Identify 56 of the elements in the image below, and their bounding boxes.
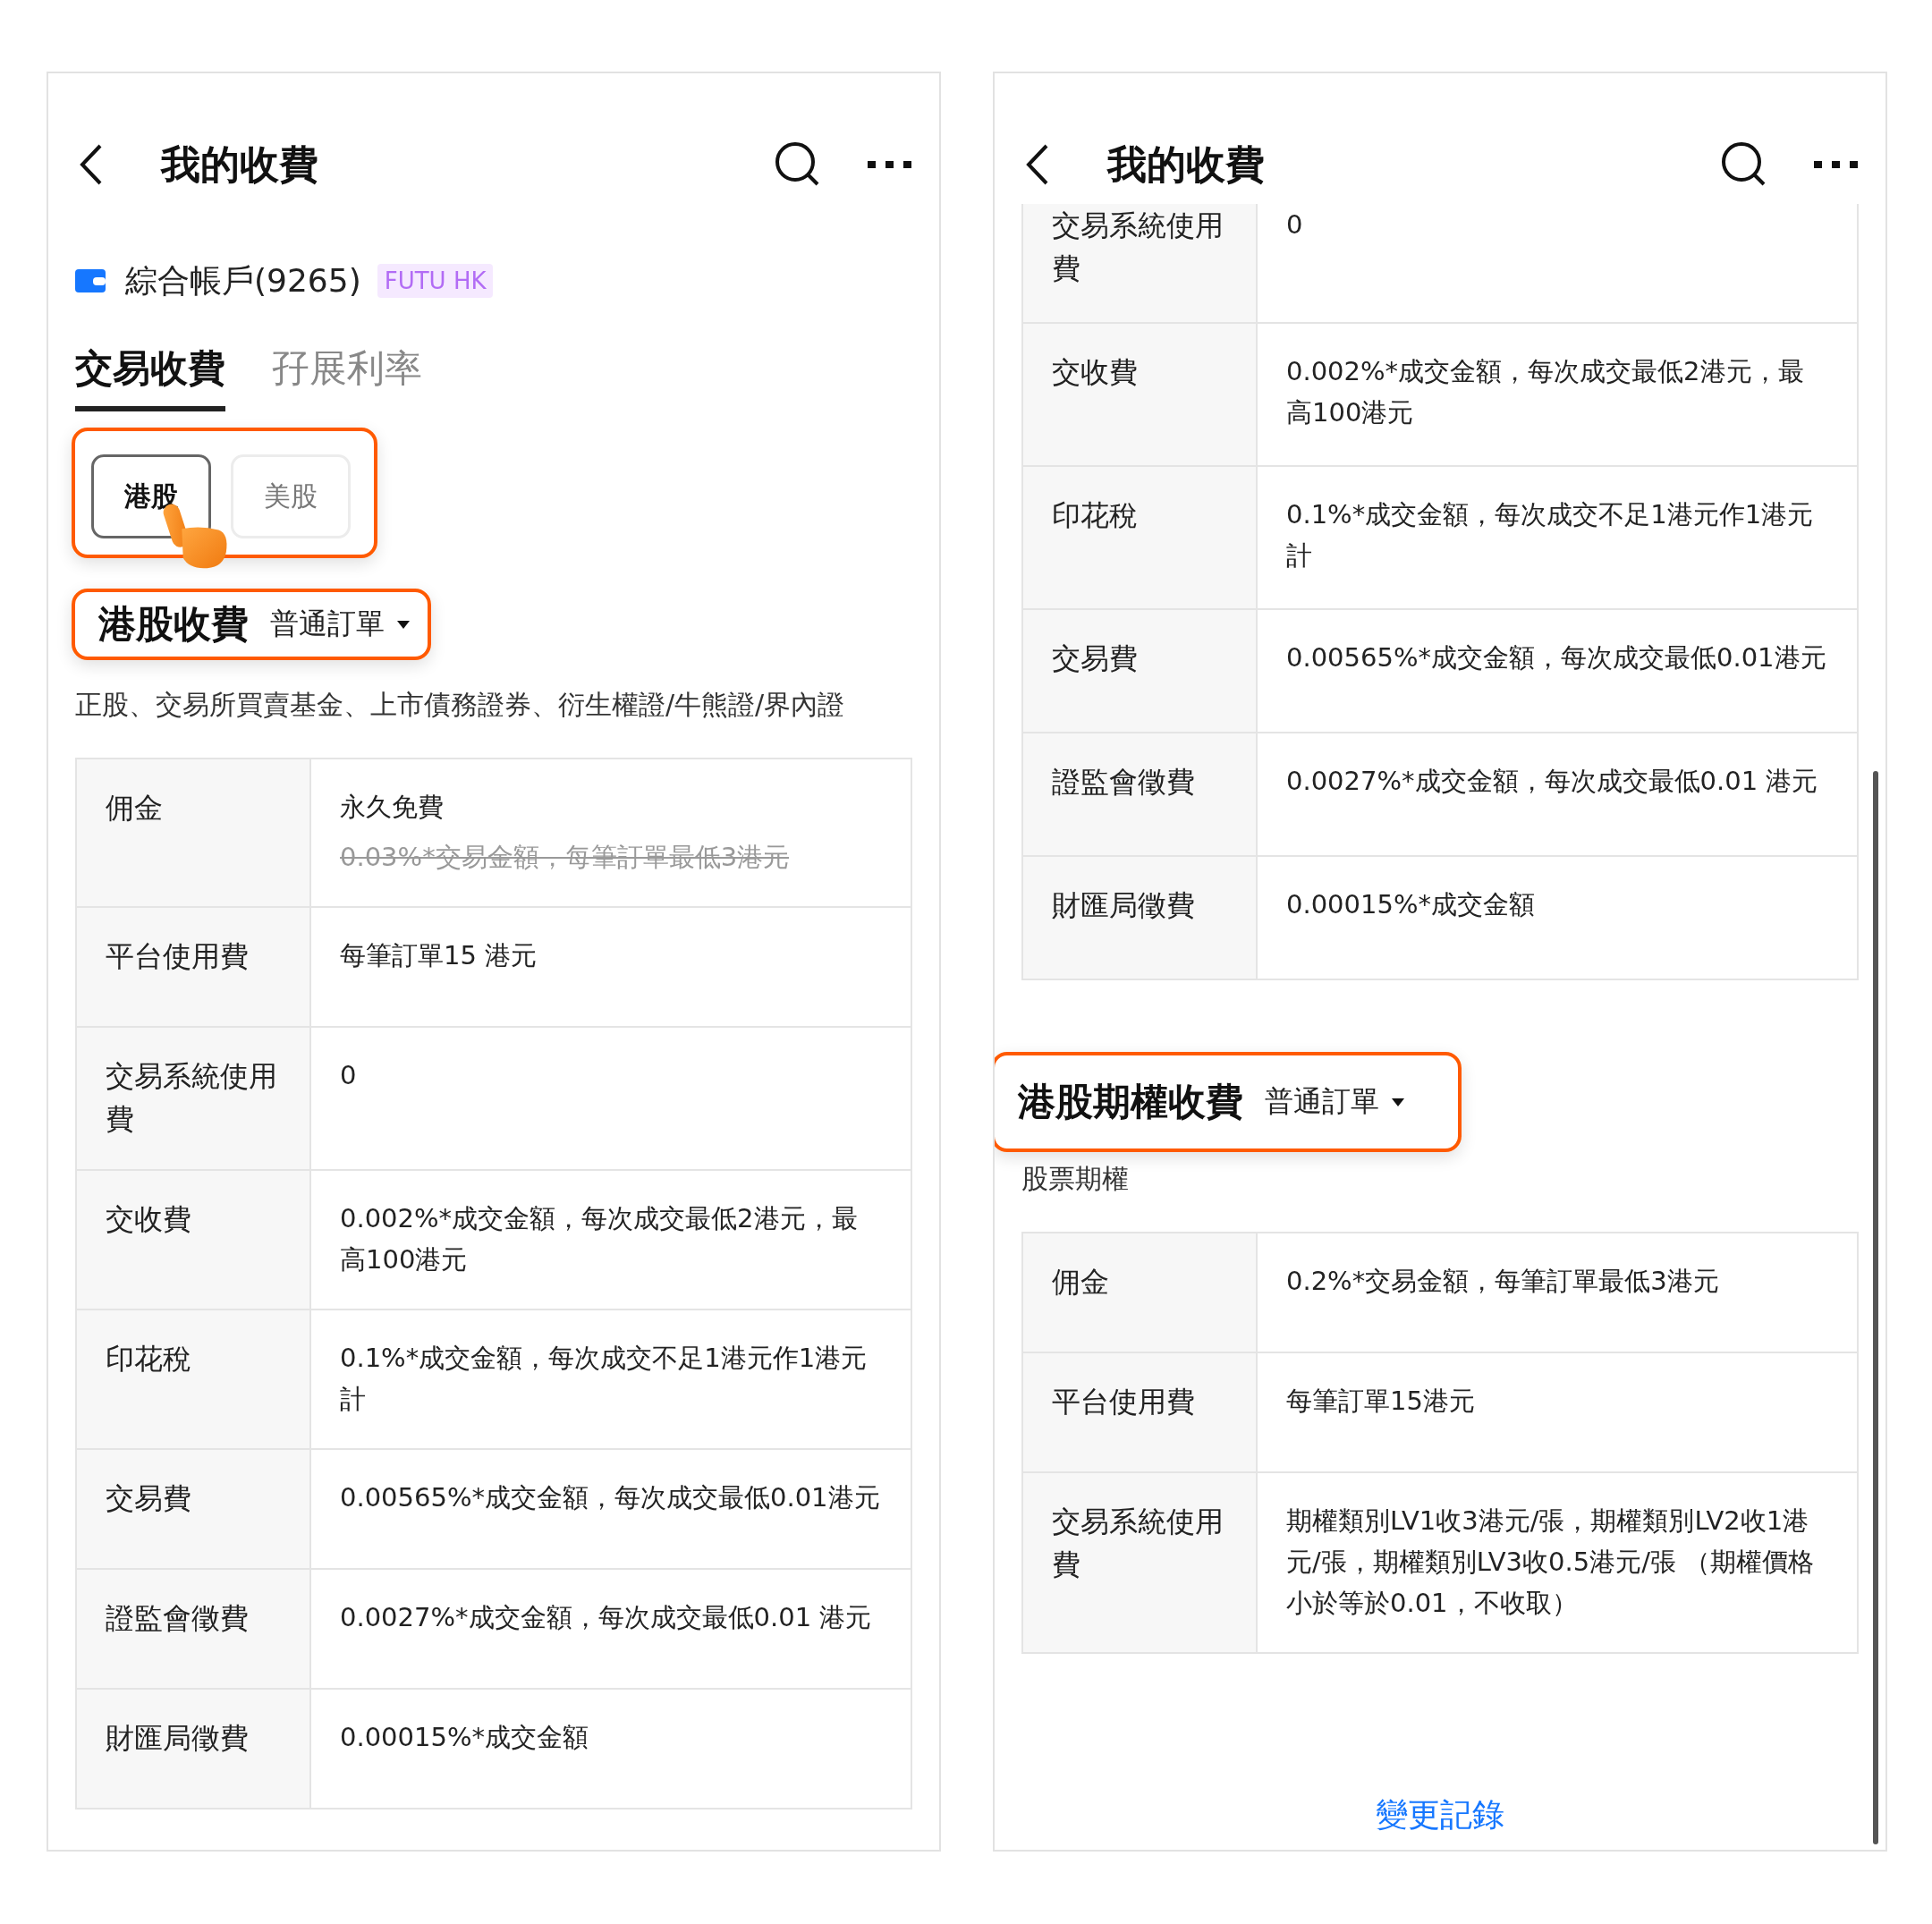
fee-label: 交易系統使用費: [1023, 204, 1258, 324]
account-badge: FUTU HK: [377, 264, 494, 298]
section-title: 港股期權收費: [1018, 1079, 1243, 1125]
section-description: 股票期權: [1021, 1162, 1130, 1196]
more-icon[interactable]: [868, 160, 912, 169]
fee-value: 0.00565%*成交金額，每次成交最低0.01港元: [340, 1481, 881, 1514]
order-type-dropdown[interactable]: 普通訂單: [1265, 1082, 1404, 1122]
fee-value: 0.00565%*成交金額，每次成交最低0.01港元: [1286, 641, 1827, 674]
fee-label: 交易系統使用費: [77, 1028, 311, 1171]
fee-label: 交收費: [77, 1171, 311, 1310]
section-description: 正股、交易所買賣基金、上市債務證券、衍生權證/牛熊證/界內證: [75, 688, 846, 722]
fee-label: 印花稅: [1023, 467, 1258, 610]
fee-label: 交易系統使用費: [1023, 1473, 1258, 1654]
fee-label: 證監會徵費: [77, 1570, 311, 1690]
caret-icon: [397, 620, 410, 629]
fee-label: 印花稅: [77, 1310, 311, 1450]
fee-value: 0.0027%*成交金額，每次成交最低0.01 港元: [1286, 765, 1819, 798]
fee-label: 平台使用費: [77, 908, 311, 1028]
fee-label: 交收費: [1023, 324, 1258, 467]
fee-value: 0.2%*交易金額，每筆訂單最低3港元: [1286, 1265, 1720, 1298]
fee-value: 每筆訂單15港元: [1286, 1385, 1476, 1418]
market-button[interactable]: 美股: [231, 454, 351, 538]
fee-value: 0: [1286, 208, 1304, 242]
fee-value: 永久免費: [340, 791, 445, 824]
fee-label: 財匯局徵費: [77, 1690, 311, 1810]
fee-value: 0.0027%*成交金額，每次成交最低0.01 港元: [340, 1601, 873, 1634]
wallet-icon: [75, 269, 106, 292]
fee-value: 0.00015%*成交金額: [340, 1721, 589, 1754]
caret-icon: [1392, 1098, 1404, 1106]
fee-value: 期權類別LV1收3港元/張，期權類別LV2收1港元/張，期權類別LV3收0.5港元/張 （期權價格小於等於0.01，不收取）: [1286, 1504, 1816, 1620]
fee-label: 平台使用費: [1023, 1353, 1258, 1473]
fee-label: 交易費: [1023, 610, 1258, 733]
fee-label: 交易費: [77, 1450, 311, 1570]
fee-label: 證監會徵費: [1023, 733, 1258, 857]
account-name: 綜合帳戶(9265): [125, 260, 361, 301]
order-type-dropdown[interactable]: 普通訂單: [270, 605, 410, 644]
fee-value: 每筆訂單15 港元: [340, 939, 538, 972]
fee-value: 0.002%*成交金額，每次成交最低2港元，最高100港元: [340, 1202, 859, 1276]
change-log-link[interactable]: 變更記錄: [1376, 1793, 1504, 1837]
fee-value: 0.00015%*成交金額: [1286, 888, 1536, 921]
fee-value: 0.1%*成交金額，每次成交不足1港元作1港元計: [1286, 498, 1815, 572]
more-icon[interactable]: [1814, 160, 1859, 169]
fee-label: 佣金: [77, 759, 311, 908]
former-fee-value: 0.03%*交易金額，每筆訂單最低3港元: [340, 841, 791, 874]
page-title: 我的收費: [1107, 140, 1265, 189]
section-title: 港股收費: [98, 601, 249, 648]
fee-label: 財匯局徵費: [1023, 857, 1258, 980]
fee-value: 0: [340, 1059, 358, 1092]
fee-value: 0.002%*成交金額，每次成交最低2港元，最高100港元: [1286, 355, 1805, 429]
fee-label: 佣金: [1023, 1233, 1258, 1353]
search-icon[interactable]: [1721, 141, 1767, 188]
tab[interactable]: 孖展利率: [272, 343, 422, 411]
tab[interactable]: 交易收費: [75, 343, 225, 411]
search-icon[interactable]: [775, 141, 821, 188]
fee-value: 0.1%*成交金額，每次成交不足1港元作1港元計: [340, 1342, 869, 1416]
page-title: 我的收費: [161, 140, 318, 189]
